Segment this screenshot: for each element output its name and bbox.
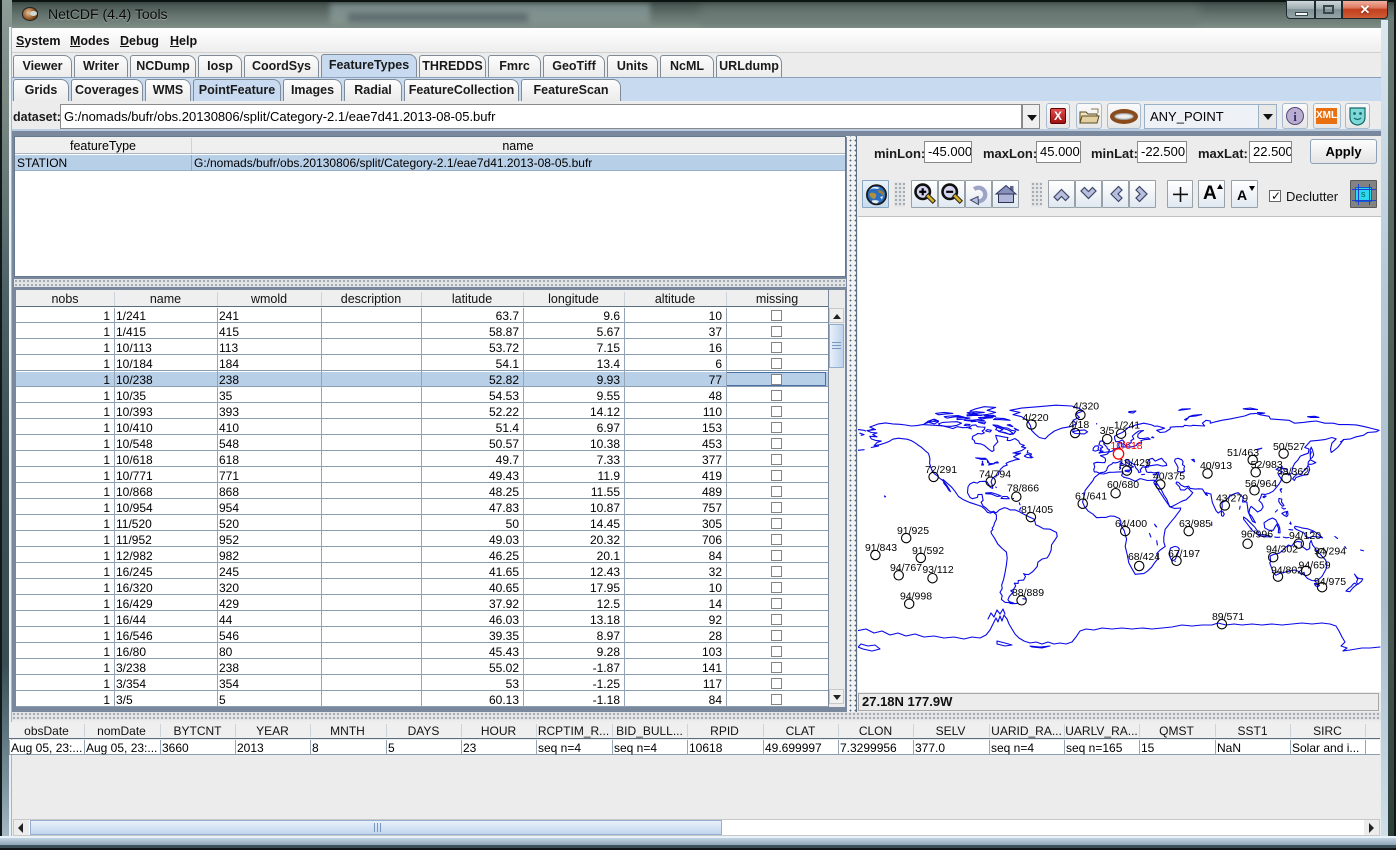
- svg-text:94/802: 94/802: [1271, 565, 1303, 577]
- svg-text:94/120: 94/120: [1289, 530, 1321, 542]
- svg-text:94/975: 94/975: [1314, 576, 1346, 588]
- svg-text:3/5: 3/5: [1100, 425, 1115, 437]
- svg-text:60/680: 60/680: [1107, 479, 1139, 491]
- svg-text:4/320: 4/320: [1073, 401, 1099, 413]
- svg-text:16/429: 16/429: [1119, 457, 1151, 469]
- svg-text:40/375: 40/375: [1153, 470, 1185, 482]
- svg-text:93/112: 93/112: [922, 564, 953, 576]
- svg-text:67/197: 67/197: [1168, 548, 1200, 560]
- svg-text:96/996: 96/996: [1241, 529, 1273, 541]
- svg-text:81/405: 81/405: [1021, 504, 1053, 516]
- svg-text:89/571: 89/571: [1212, 611, 1244, 623]
- svg-text:10/618: 10/618: [1111, 440, 1143, 452]
- svg-text:48/362: 48/362: [1277, 466, 1309, 478]
- svg-text:56/964: 56/964: [1245, 478, 1277, 490]
- svg-text:94/659: 94/659: [1299, 559, 1331, 571]
- svg-text:91/925: 91/925: [897, 525, 929, 537]
- svg-text:94/294: 94/294: [1314, 546, 1346, 558]
- svg-text:61/641: 61/641: [1075, 490, 1107, 502]
- svg-text:88/889: 88/889: [1012, 587, 1044, 599]
- svg-text:43/279: 43/279: [1216, 493, 1248, 505]
- svg-text:74/794: 74/794: [979, 469, 1011, 481]
- svg-text:91/843: 91/843: [865, 542, 897, 554]
- svg-text:94/767: 94/767: [890, 562, 922, 574]
- svg-text:64/400: 64/400: [1115, 518, 1147, 530]
- svg-text:72/291: 72/291: [925, 464, 957, 476]
- svg-text:78/866: 78/866: [1007, 483, 1039, 495]
- svg-text:4/220: 4/220: [1022, 412, 1048, 424]
- svg-text:91/592: 91/592: [912, 545, 944, 557]
- svg-text:50/527: 50/527: [1273, 441, 1305, 453]
- svg-text:94/302: 94/302: [1266, 543, 1298, 555]
- svg-text:51/463: 51/463: [1227, 447, 1259, 459]
- svg-text:94/998: 94/998: [900, 590, 932, 602]
- svg-text:40/913: 40/913: [1200, 460, 1232, 472]
- svg-text:63/985: 63/985: [1179, 518, 1211, 530]
- svg-text:4/18: 4/18: [1069, 419, 1090, 431]
- svg-text:68/424: 68/424: [1128, 551, 1160, 563]
- svg-text:1/241: 1/241: [1114, 420, 1140, 432]
